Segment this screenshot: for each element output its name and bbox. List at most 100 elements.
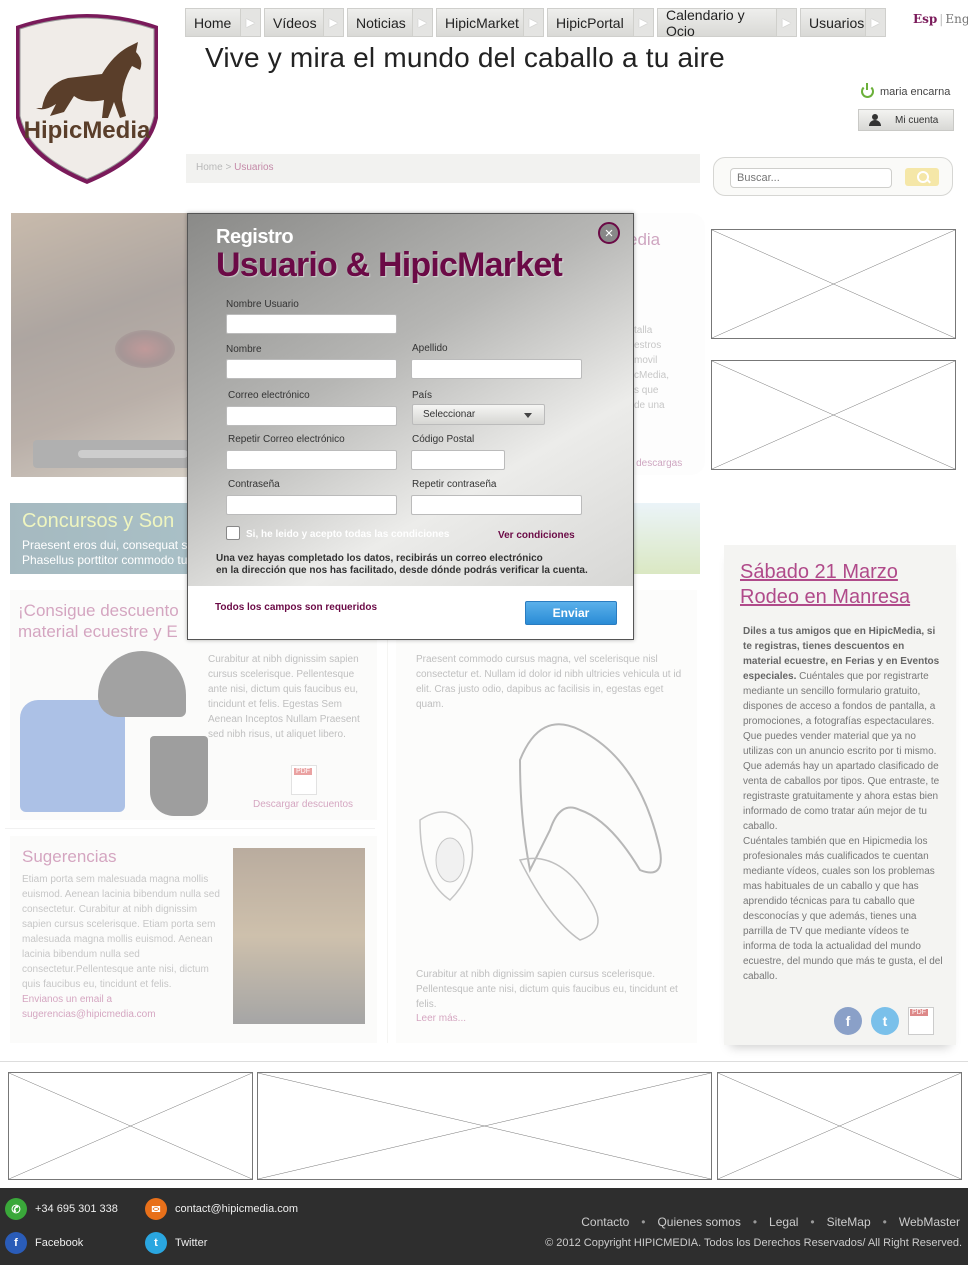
ad-placeholder <box>257 1072 712 1180</box>
sugerencias-photo <box>233 848 365 1024</box>
footer-link-legal[interactable]: Legal <box>769 1215 798 1229</box>
name-field[interactable] <box>226 359 397 379</box>
footer-link-contacto[interactable]: Contacto <box>581 1215 629 1229</box>
breadcrumb-current: Usuarios <box>234 162 274 173</box>
divider <box>5 828 375 829</box>
nav-label: Vídeos <box>273 14 317 31</box>
search-icon[interactable] <box>905 168 939 186</box>
event-share: f t PDF <box>834 1007 934 1035</box>
event-title[interactable]: Sábado 21 Marzo Rodeo en Manresa <box>740 560 910 610</box>
nav-item-home[interactable]: Home ▶ <box>185 8 261 37</box>
footer-link-quienes[interactable]: Quienes somos <box>657 1215 740 1229</box>
password-field[interactable] <box>226 495 397 515</box>
password-label: Contraseña <box>228 479 280 490</box>
nav-item-videos[interactable]: Vídeos ▶ <box>264 8 344 37</box>
username-field[interactable] <box>226 314 397 334</box>
ad-placeholder <box>8 1072 253 1180</box>
footer-email[interactable]: contact@hipicmedia.com <box>175 1203 298 1215</box>
download-descuentos-link[interactable]: Descargar descuentos <box>253 799 353 810</box>
sugerencias-title: Sugerencias <box>22 847 117 866</box>
surname-field[interactable] <box>411 359 582 379</box>
facebook-icon[interactable]: f <box>5 1232 27 1254</box>
logo-text: HipicMedia <box>24 117 151 144</box>
app-promo-text: talla estros movil cMedia, s que de una <box>634 325 670 411</box>
logo[interactable]: HipicMedia <box>10 8 164 186</box>
pdf-icon[interactable] <box>291 765 317 795</box>
main-nav: Home ▶ Vídeos ▶ Noticias ▶ HipicMarket ▶ Hip… <box>185 6 886 39</box>
nav-label: HipicMarket <box>445 14 519 31</box>
nav-item-calendario[interactable]: Calendario y Ocio ▶ <box>657 6 797 39</box>
mail-icon: ✉ <box>145 1198 167 1220</box>
country-select[interactable]: Seleccionar <box>412 404 545 425</box>
nav-item-hipicportal[interactable]: HipicPortal ▶ <box>547 8 654 37</box>
app-download-link[interactable]: r descargas <box>630 458 682 469</box>
sugerencias-text: Etiam porta sem malesuada magna mollis e… <box>22 872 222 1022</box>
triangle-right-icon: ▶ <box>412 9 432 36</box>
country-select-value: Seleccionar <box>423 409 476 420</box>
footer-phone: +34 695 301 338 <box>35 1203 118 1215</box>
accept-checkbox[interactable] <box>226 526 240 540</box>
footer-separator: • <box>752 1215 758 1229</box>
ad-placeholder <box>711 360 956 470</box>
twitter-icon[interactable]: t <box>871 1007 899 1035</box>
nav-item-noticias[interactable]: Noticias ▶ <box>347 8 433 37</box>
footer-link-webmaster[interactable]: WebMaster <box>899 1215 960 1229</box>
descuentos-text: Curabitur at nibh dignissim sapien cursu… <box>208 654 360 740</box>
concursos-text: Praesent eros dui, consequat s Phasellus … <box>22 538 188 567</box>
lang-eng[interactable]: Eng <box>945 12 968 26</box>
nav-item-hipicmarket[interactable]: HipicMarket ▶ <box>436 8 544 37</box>
triangle-right-icon: ▶ <box>323 9 343 36</box>
user-status: maria encarna <box>861 83 950 98</box>
phone-icon: ✆ <box>5 1198 27 1220</box>
postal-code-field[interactable] <box>411 450 505 470</box>
horse-anatomy-image <box>410 700 680 950</box>
nav-label: HipicPortal <box>556 14 624 31</box>
sugerencias-link[interactable]: Envianos un email a <box>22 992 222 1007</box>
footer-facebook[interactable]: Facebook <box>35 1237 83 1249</box>
name-label: Nombre <box>226 344 262 355</box>
submit-button[interactable]: Enviar <box>525 601 617 625</box>
close-icon[interactable]: × <box>598 222 620 244</box>
email-field[interactable] <box>226 406 397 426</box>
twitter-icon[interactable]: t <box>145 1232 167 1254</box>
pdf-icon[interactable]: PDF <box>908 1007 934 1035</box>
username-label: Nombre Usuario <box>226 299 299 310</box>
user-icon <box>869 114 881 126</box>
ad-placeholder <box>717 1072 962 1180</box>
email-repeat-field[interactable] <box>226 450 397 470</box>
required-note: Todos los campos son requeridos <box>215 602 378 613</box>
account-label: Mi cuenta <box>895 114 939 126</box>
search-input[interactable] <box>730 168 892 188</box>
nav-label: Usuarios <box>809 14 865 31</box>
footer-twitter[interactable]: Twitter <box>175 1237 207 1249</box>
video-player-bar[interactable] <box>33 440 193 468</box>
password-repeat-field[interactable] <box>411 495 582 515</box>
sugerencias-email[interactable]: sugerencias@hipicmedia.com <box>22 1007 222 1022</box>
conditions-link[interactable]: Ver condiciones <box>498 530 575 541</box>
lang-esp[interactable]: Esp <box>913 12 937 26</box>
breadcrumb-home[interactable]: Home <box>196 162 223 173</box>
footer-separator: • <box>882 1215 887 1229</box>
divider <box>0 1061 968 1062</box>
boot-image <box>150 736 208 816</box>
footer-link-sitemap[interactable]: SiteMap <box>827 1215 871 1229</box>
modal-body: Registro Usuario & HipicMarket × Nombre … <box>188 214 633 586</box>
accept-label: Si, he leido y acepto todas las condicio… <box>246 529 450 540</box>
footer-links: Contacto • Quienes somos • Legal • SiteMap •… <box>581 1215 960 1229</box>
divider <box>387 590 388 1043</box>
triangle-right-icon: ▶ <box>633 9 653 36</box>
country-label: País <box>412 390 433 401</box>
copyright: © 2012 Copyright HIPICMEDIA. Todos los D… <box>545 1237 962 1249</box>
nav-label: Home <box>194 14 232 31</box>
breadcrumb-separator: > <box>225 162 232 173</box>
password-repeat-label: Repetir contraseña <box>412 479 497 490</box>
hero-eye-image <box>115 330 175 368</box>
power-icon[interactable] <box>861 83 874 98</box>
read-more-link[interactable]: Leer más... <box>416 1013 466 1024</box>
account-button[interactable]: Mi cuenta <box>858 109 954 131</box>
nav-item-usuarios[interactable]: Usuarios ▶ <box>800 8 886 37</box>
facebook-icon[interactable]: f <box>834 1007 862 1035</box>
footer-separator: • <box>810 1215 815 1229</box>
triangle-right-icon: ▶ <box>523 9 543 36</box>
nav-label: Calendario y Ocio <box>666 6 745 39</box>
